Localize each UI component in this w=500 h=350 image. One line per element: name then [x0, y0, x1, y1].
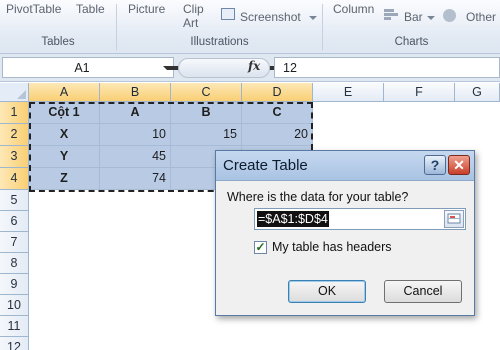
column-header-b[interactable]: B — [100, 83, 171, 102]
row-header-7[interactable]: 7 — [0, 232, 29, 253]
row-header-1[interactable]: 1 — [0, 102, 29, 124]
column-chart-button[interactable]: Column — [333, 2, 374, 16]
ok-button[interactable]: OK — [288, 280, 366, 303]
collapse-dialog-button[interactable] — [444, 210, 464, 228]
cell-d2[interactable]: 20 — [242, 124, 313, 146]
column-header-c[interactable]: C — [171, 83, 242, 102]
group-label-charts: Charts — [394, 36, 429, 48]
select-all-button[interactable] — [0, 83, 29, 102]
cell-a2[interactable]: X — [29, 124, 100, 146]
cancel-button[interactable]: Cancel — [384, 280, 462, 303]
column-header-g[interactable]: G — [455, 83, 500, 102]
cell-b2[interactable]: 10 — [100, 124, 171, 146]
bar-chart-button[interactable]: Bar — [404, 10, 423, 24]
bar-chart-icon — [384, 9, 400, 21]
dialog-title: Create Table — [223, 157, 308, 174]
other-charts-icon — [443, 9, 456, 22]
clip-art-button-line1[interactable]: Clip — [183, 2, 204, 16]
row-header-2[interactable]: 2 — [0, 124, 29, 146]
column-header-a[interactable]: A — [29, 83, 100, 102]
ribbon: PivotTable Table Picture Clip Art Screen… — [0, 0, 500, 54]
range-input[interactable]: =$A$1:$D$4 — [254, 208, 466, 230]
cell-b4[interactable]: 74 — [100, 168, 171, 190]
has-headers-label[interactable]: My table has headers — [272, 240, 392, 254]
other-charts-button[interactable]: Other — [466, 10, 496, 24]
range-value: =$A$1:$D$4 — [257, 211, 329, 227]
formula-value: 12 — [283, 61, 297, 75]
has-headers-checkbox[interactable]: ✓ — [254, 241, 267, 254]
row-header-10[interactable]: 10 — [0, 295, 29, 316]
column-header-f[interactable]: F — [384, 83, 455, 102]
help-icon[interactable]: ? — [424, 155, 446, 175]
screenshot-icon — [221, 8, 235, 20]
create-table-dialog: Create Table ? ✕ Where is the data for y… — [215, 150, 475, 316]
range-question-label: Where is the data for your table? — [227, 190, 409, 204]
range-picker-icon — [447, 213, 461, 224]
chevron-down-icon — [309, 16, 317, 20]
row-header-9[interactable]: 9 — [0, 274, 29, 295]
name-box-value: A1 — [74, 61, 90, 75]
chevron-down-icon — [427, 16, 435, 20]
cell-d1[interactable]: C — [242, 102, 313, 124]
insert-function-icon[interactable]: fx — [248, 59, 260, 73]
group-label-tables: Tables — [41, 36, 75, 48]
clip-art-button-line2[interactable]: Art — [183, 16, 198, 30]
cell-a4[interactable]: Z — [29, 168, 100, 190]
row-header-8[interactable]: 8 — [0, 253, 29, 274]
picture-button[interactable]: Picture — [128, 2, 165, 16]
pivot-table-button[interactable]: PivotTable — [6, 2, 61, 16]
close-icon[interactable]: ✕ — [448, 155, 470, 175]
row-header-4[interactable]: 4 — [0, 168, 29, 190]
column-header-d[interactable]: D — [242, 83, 313, 102]
cell-a1[interactable]: Cột 1 — [29, 102, 100, 124]
cell-a3[interactable]: Y — [29, 146, 100, 168]
row-header-5[interactable]: 5 — [0, 190, 29, 211]
row-header-12[interactable]: 12 — [0, 337, 29, 350]
table-button[interactable]: Table — [76, 2, 105, 16]
formula-input[interactable]: 12 — [274, 57, 500, 78]
column-header-e[interactable]: E — [313, 83, 384, 102]
formula-bar: A1 fx 12 — [0, 54, 500, 82]
cell-b3[interactable]: 45 — [100, 146, 171, 168]
cell-c2[interactable]: 15 — [171, 124, 242, 146]
row-header-6[interactable]: 6 — [0, 211, 29, 232]
row-header-11[interactable]: 11 — [0, 316, 29, 337]
screenshot-button[interactable]: Screenshot — [240, 10, 301, 24]
group-label-illustrations: Illustrations — [190, 36, 249, 48]
row-header-3[interactable]: 3 — [0, 146, 29, 168]
dialog-title-bar[interactable]: Create Table ? ✕ — [216, 151, 474, 181]
cell-b1[interactable]: A — [100, 102, 171, 124]
cell-c1[interactable]: B — [171, 102, 242, 124]
name-box[interactable]: A1 — [2, 57, 321, 78]
dialog-body: Where is the data for your table? =$A$1:… — [216, 181, 474, 315]
